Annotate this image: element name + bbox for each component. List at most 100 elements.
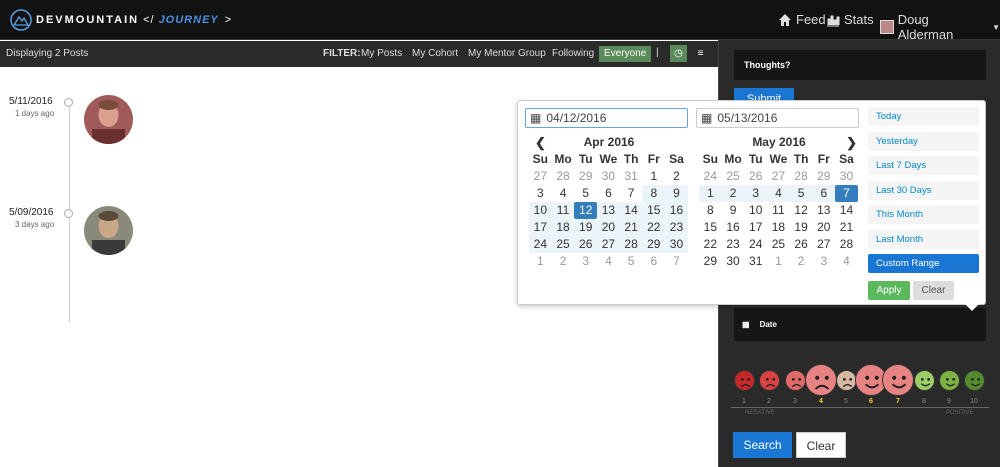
calendar-day[interactable]: 1	[767, 253, 790, 270]
calendar-day[interactable]: 3	[744, 185, 768, 202]
calendar-day[interactable]: 25	[722, 168, 745, 185]
calendar-day[interactable]: 25	[767, 236, 790, 253]
mood-face-9[interactable]	[938, 370, 960, 391]
filter-following[interactable]: Following	[547, 46, 599, 62]
calendar-day[interactable]: 6	[812, 185, 836, 202]
calendar-day[interactable]: 11	[551, 202, 575, 219]
range-option[interactable]: This Month	[868, 205, 979, 224]
calendar-day[interactable]: 14	[619, 202, 643, 219]
calendar-day[interactable]: 30	[722, 253, 745, 270]
calendar-day[interactable]: 1	[699, 185, 722, 202]
mood-face-3[interactable]	[784, 370, 806, 391]
calendar-day[interactable]: 3	[574, 253, 597, 270]
calendar-day[interactable]: 16	[722, 219, 745, 236]
clear-range-button[interactable]: Clear	[913, 281, 954, 300]
calendar-day[interactable]: 9	[722, 202, 745, 219]
calendar-day[interactable]: 17	[529, 219, 552, 236]
start-date-input[interactable]: ▦ 04/12/2016	[525, 108, 688, 128]
calendar-day[interactable]: 19	[574, 219, 598, 236]
calendar-day[interactable]: 27	[812, 236, 835, 253]
calendar-day[interactable]: 4	[552, 185, 575, 202]
calendar-day[interactable]: 30	[665, 236, 688, 253]
calendar-day[interactable]: 27	[529, 168, 552, 185]
calendar-day[interactable]: 27	[597, 236, 620, 253]
calendar-day[interactable]: 2	[790, 253, 813, 270]
calendar-day[interactable]: 11	[767, 202, 790, 219]
calendar-day[interactable]: 24	[699, 168, 722, 185]
calendar-day[interactable]: 3	[812, 253, 835, 270]
calendar-day[interactable]: 28	[790, 168, 813, 185]
calendar-day[interactable]: 21	[835, 219, 858, 236]
calendar-day[interactable]: 18	[551, 219, 575, 236]
clear-button[interactable]: Clear	[796, 432, 846, 458]
calendar-day[interactable]: 8	[642, 185, 666, 202]
calendar-day[interactable]: 20	[597, 219, 620, 236]
range-option[interactable]: Yesterday	[868, 131, 979, 151]
calendar-day[interactable]: 16	[665, 202, 688, 219]
calendar-day[interactable]: 30	[835, 168, 858, 185]
mood-face-8[interactable]	[913, 370, 935, 391]
calendar-day[interactable]: 7	[665, 253, 688, 270]
mood-face-2[interactable]	[758, 370, 780, 391]
calendar-day[interactable]: 6	[597, 185, 620, 202]
calendar-day[interactable]: 8	[699, 202, 722, 219]
filter-my-mentor-group[interactable]: My Mentor Group	[463, 46, 551, 62]
range-option[interactable]: Last Month	[868, 229, 979, 249]
calendar-day[interactable]: 15	[642, 202, 666, 219]
calendar-day[interactable]: 24	[744, 236, 767, 253]
calendar-day[interactable]: 18	[767, 219, 790, 236]
range-option[interactable]: Last 7 Days	[868, 156, 979, 175]
range-option[interactable]: Today	[868, 107, 979, 126]
calendar-day[interactable]: 4	[597, 253, 620, 270]
search-button[interactable]: Search	[733, 432, 792, 458]
calendar-day[interactable]: 15	[699, 219, 722, 236]
user-menu[interactable]: Doug Alderman ▼	[880, 12, 1000, 42]
calendar-day[interactable]: 13	[597, 202, 620, 219]
mood-face-10[interactable]	[963, 370, 985, 391]
calendar-day[interactable]: 10	[744, 202, 767, 219]
range-option[interactable]: Last 30 Days	[868, 180, 979, 200]
calendar-day[interactable]: 17	[744, 219, 767, 236]
calendar-day[interactable]: 22	[642, 219, 666, 236]
calendar-day[interactable]: 2	[665, 168, 688, 185]
calendar-day[interactable]: 7	[620, 185, 643, 202]
calendar-day[interactable]: 29	[642, 236, 666, 253]
calendar-day[interactable]: 12	[790, 202, 813, 219]
filter-my-cohort[interactable]: My Cohort	[407, 46, 463, 62]
calendar-day[interactable]: 20	[812, 219, 835, 236]
calendar-day[interactable]: 4	[835, 253, 858, 270]
calendar-day[interactable]: 23	[722, 236, 745, 253]
calendar-day[interactable]: 28	[835, 236, 858, 253]
calendar-day[interactable]: 21	[619, 219, 643, 236]
calendar-day[interactable]: 2	[552, 253, 575, 270]
nav-stats[interactable]: Stats	[826, 12, 874, 27]
calendar-day[interactable]: 26	[744, 168, 767, 185]
mood-face-5[interactable]	[835, 370, 857, 391]
calendar-day[interactable]: 6	[642, 253, 665, 270]
calendar-day[interactable]: 25	[551, 236, 575, 253]
calendar-day[interactable]: 29	[699, 253, 722, 270]
apply-button[interactable]: Apply	[868, 281, 910, 300]
calendar-day[interactable]: 1	[529, 253, 552, 270]
calendar-day[interactable]: 2	[721, 185, 745, 202]
calendar-day[interactable]: 19	[790, 219, 813, 236]
next-month-icon[interactable]: ❯	[846, 135, 857, 151]
calendar-day[interactable]: 31	[744, 253, 767, 270]
mood-face-4[interactable]	[805, 364, 837, 396]
calendar-day[interactable]: 26	[574, 236, 598, 253]
calendar-day[interactable]: 14	[835, 202, 858, 219]
nav-feed[interactable]: Feed	[778, 12, 826, 27]
calendar-day[interactable]: 31	[620, 168, 643, 185]
filter-everyone[interactable]: Everyone	[599, 46, 652, 62]
list-view-button[interactable]: ≡	[692, 45, 709, 62]
calendar-day[interactable]: 24	[529, 236, 552, 253]
mood-face-1[interactable]	[733, 370, 755, 391]
calendar-day[interactable]: 27	[767, 168, 790, 185]
calendar-day[interactable]: 5	[574, 185, 597, 202]
thoughts-input[interactable]: Thoughts?	[734, 50, 986, 80]
calendar-day[interactable]: 1	[642, 168, 665, 185]
calendar-day[interactable]: 28	[619, 236, 643, 253]
calendar-day[interactable]: 28	[552, 168, 575, 185]
calendar-day[interactable]: 3	[529, 185, 552, 202]
mood-face-7[interactable]	[882, 364, 914, 396]
